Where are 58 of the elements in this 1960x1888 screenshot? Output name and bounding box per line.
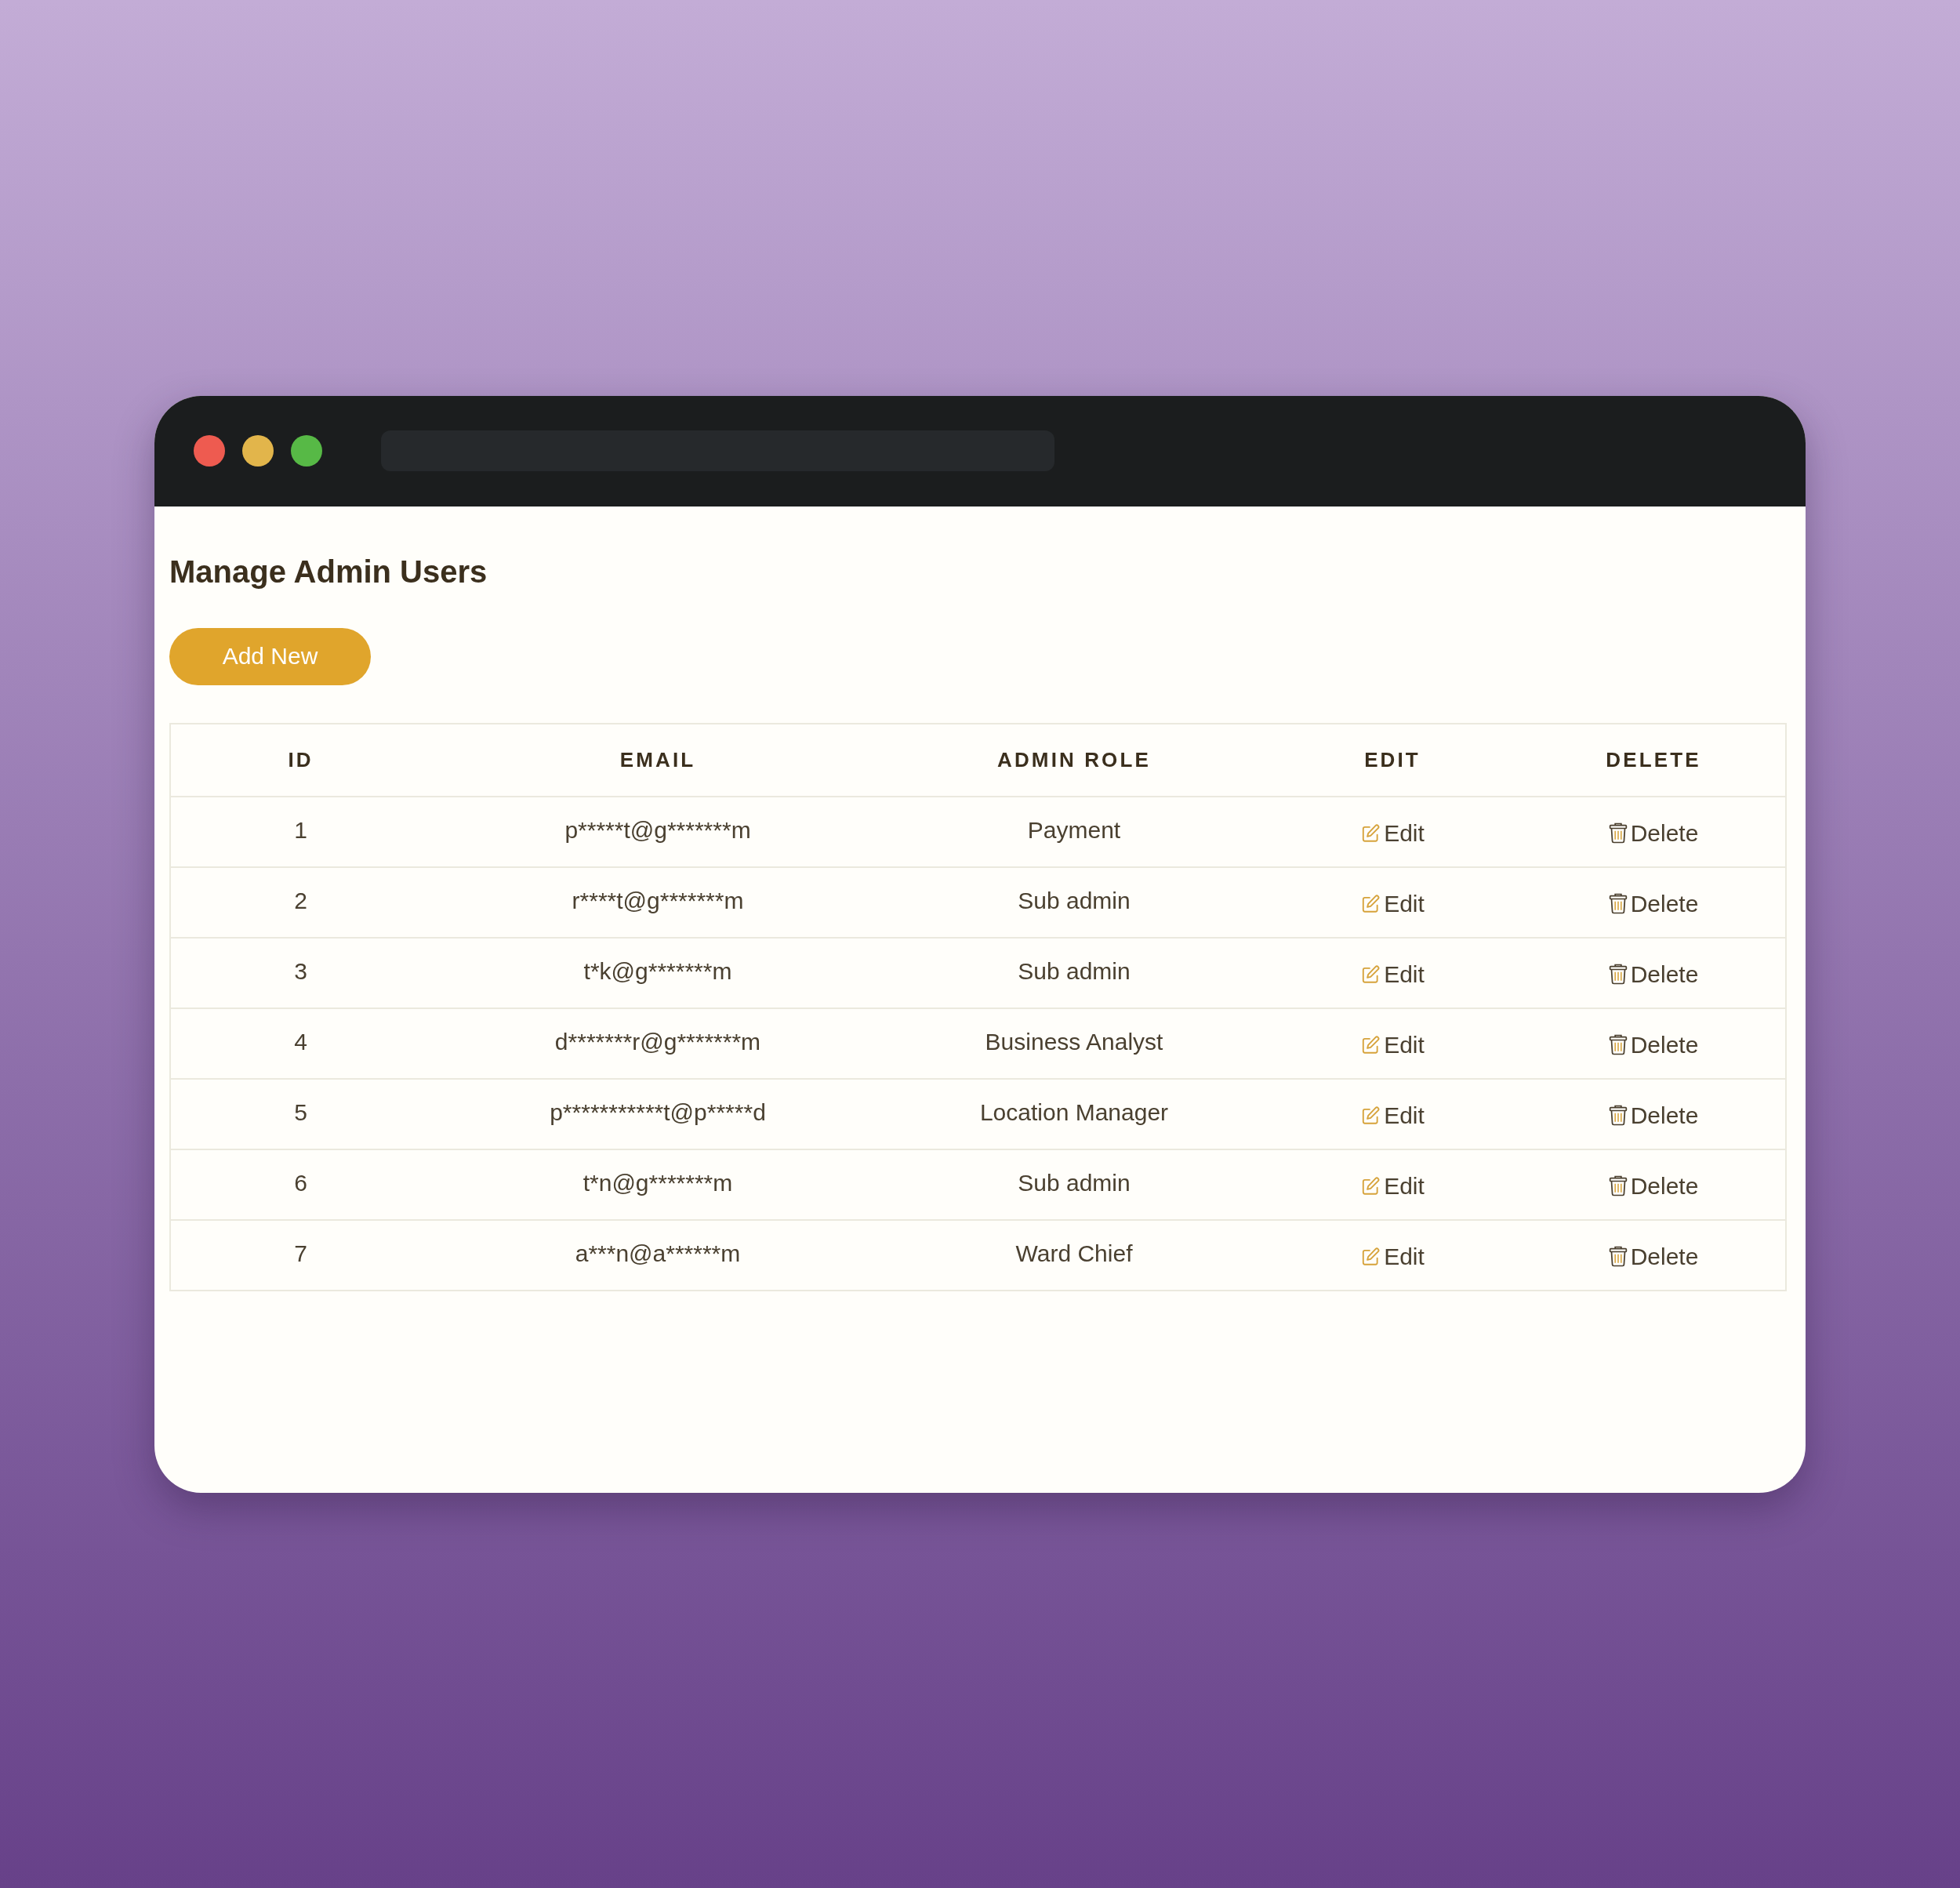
table-cell: r****t@g*******m [430, 866, 885, 938]
table-cell: 7 [170, 1219, 430, 1291]
trash-icon [1608, 1175, 1628, 1197]
trash-icon [1608, 822, 1628, 844]
edit-link[interactable]: Edit [1360, 1168, 1425, 1204]
table-cell: t*n@g*******m [430, 1149, 885, 1220]
edit-icon [1360, 1034, 1381, 1055]
table-cell: 3 [170, 937, 430, 1008]
delete-link[interactable]: Delete [1608, 1239, 1699, 1274]
table-cell: 4 [170, 1008, 430, 1079]
table-cell: a***n@a******m [430, 1219, 885, 1291]
edit-link[interactable]: Edit [1360, 1239, 1425, 1274]
edit-icon [1360, 822, 1381, 844]
table-cell: Business Analyst [885, 1008, 1263, 1079]
table-header-cell: EDIT [1263, 723, 1522, 797]
table-cell: 5 [170, 1078, 430, 1149]
trash-icon [1608, 892, 1628, 915]
edit-icon [1360, 893, 1381, 914]
table-cell: t*k@g*******m [430, 937, 885, 1008]
trash-icon [1608, 1104, 1628, 1127]
delete-link[interactable]: Delete [1608, 1027, 1699, 1062]
delete-link[interactable]: Delete [1608, 1168, 1699, 1204]
table-header-cell: ADMIN ROLE [885, 723, 1263, 797]
window-control-dot-icon[interactable] [194, 435, 225, 467]
edit-link[interactable]: Edit [1360, 886, 1425, 921]
edit-icon [1360, 964, 1381, 985]
table-cell: 2 [170, 866, 430, 938]
table-cell: Sub admin [885, 1149, 1263, 1220]
delete-link[interactable]: Delete [1608, 1098, 1699, 1133]
table-cell: Ward Chief [885, 1219, 1263, 1291]
trash-icon [1608, 1245, 1628, 1268]
table-cell: Sub admin [885, 937, 1263, 1008]
table-cell: Location Manager [885, 1078, 1263, 1149]
page-title: Manage Admin Users [169, 553, 488, 590]
table-cell: 6 [170, 1149, 430, 1220]
table-header-cell: DELETE [1522, 723, 1786, 797]
edit-link[interactable]: Edit [1360, 1098, 1425, 1133]
edit-icon [1360, 1105, 1381, 1126]
delete-link[interactable]: Delete [1608, 957, 1699, 992]
table-cell: 1 [170, 796, 430, 867]
window-control-dot-icon[interactable] [291, 435, 322, 467]
table-cell: Payment [885, 796, 1263, 867]
table-cell: Sub admin [885, 866, 1263, 938]
trash-icon [1608, 963, 1628, 986]
delete-link[interactable]: Delete [1608, 815, 1699, 851]
window-control-dot-icon[interactable] [242, 435, 274, 467]
edit-link[interactable]: Edit [1360, 1027, 1425, 1062]
table-header-cell: ID [170, 723, 430, 797]
edit-link[interactable]: Edit [1360, 957, 1425, 992]
table-cell: p***********t@p*****d [430, 1078, 885, 1149]
delete-link[interactable]: Delete [1608, 886, 1699, 921]
table-cell: p*****t@g*******m [430, 796, 885, 867]
trash-icon [1608, 1033, 1628, 1056]
edit-link[interactable]: Edit [1360, 815, 1425, 851]
table-header-cell: EMAIL [430, 723, 885, 797]
edit-icon [1360, 1175, 1381, 1196]
edit-icon [1360, 1246, 1381, 1267]
table-cell: d*******r@g*******m [430, 1008, 885, 1079]
